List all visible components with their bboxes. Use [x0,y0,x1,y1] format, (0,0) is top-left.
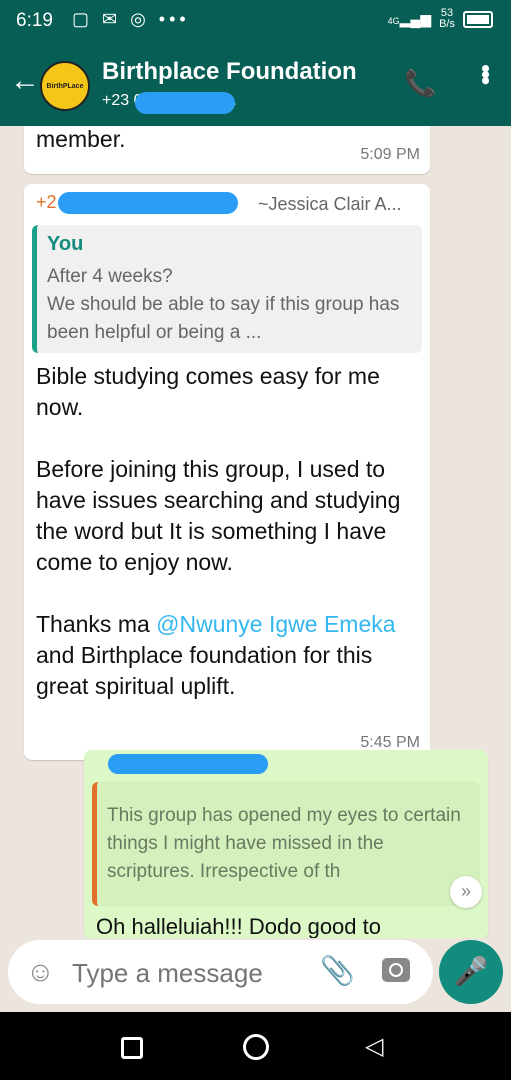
message-text: Oh halleluiah!!! Dodo good to [96,914,381,938]
network-badge: 4G [387,15,400,26]
message-text: member. [36,126,126,152]
message-input[interactable] [70,954,304,992]
chat-area[interactable]: member. 5:09 PM +2 ~Jessica Clair A... Y… [0,126,511,938]
camera-icon[interactable] [382,958,410,982]
quoted-message[interactable]: You After 4 weeks? We should be able to … [32,225,422,353]
chat-header: ← BirthPLace Birthplace Foundation +23 0… [0,44,511,126]
outgoing-message-bubble[interactable]: This group has opened my eyes to certain… [84,750,488,938]
status-right: 4G▂▄▆ 53 B/s [388,8,493,30]
message-composer: ☺ 📎 [8,940,433,1004]
quoted-message[interactable]: This group has opened my eyes to certain… [92,782,480,906]
chat-title[interactable]: Birthplace Foundation [102,58,357,86]
add-call-icon[interactable]: 📞 [404,68,436,99]
recent-apps-icon[interactable] [121,1037,143,1059]
quote-author: You [47,233,84,255]
more-options-icon[interactable]: ••• [470,64,501,82]
mention-link[interactable]: @Nwunye Igwe Emeka [156,611,395,637]
back-icon[interactable]: ◁ [365,1032,383,1061]
message-bubble[interactable]: member. 5:09 PM [24,126,430,174]
sender-name: ~Jessica Clair A... [258,194,402,214]
message-paragraph: Thanks ma @Nwunye Igwe Emeka and Birthpl… [36,609,421,702]
quote-text: This group has opened my eyes to certain… [107,805,461,882]
emoji-icon[interactable]: ☺ [26,956,55,988]
paperclip-icon[interactable]: 📎 [320,954,355,987]
signal-icon: 4G▂▄▆ [387,10,432,27]
network-speed-unit: B/s [439,18,455,30]
home-icon[interactable] [243,1034,269,1060]
status-bar: 6:19 ▢ ✉ ◎ ••• 4G▂▄▆ 53 B/s [0,0,511,44]
redaction-mark [58,192,238,214]
redaction-mark [108,754,268,774]
message-paragraph: Bible studying comes easy for me now. [36,363,380,420]
message-text: and Birthplace foundation for this great… [36,642,373,699]
network-speed: 53 B/s [439,8,455,30]
message-bubble[interactable]: +2 ~Jessica Clair A... You After 4 weeks… [24,184,430,760]
message-text: Thanks ma [36,611,157,637]
message-paragraph: Before joining this group, I used to hav… [36,456,401,575]
status-time: 6:19 [16,10,53,31]
notification-icons: ▢ ✉ ◎ ••• [72,9,190,29]
microphone-icon[interactable]: 🎤 [439,940,503,1004]
quote-text: After 4 weeks? We should be able to say … [47,266,400,343]
message-body: Bible studying comes easy for me now. Be… [36,361,421,733]
battery-icon [463,10,493,28]
redaction-mark [135,92,235,114]
avatar-label: BirthPLace [46,82,84,90]
scroll-down-icon[interactable]: » [450,876,482,908]
avatar[interactable]: BirthPLace [40,61,90,111]
message-time: 5:09 PM [360,146,420,163]
navigation-bar: ◁ [0,1012,511,1080]
back-arrow-icon[interactable]: ← [10,66,40,96]
sender-number[interactable]: +2 [36,192,57,213]
